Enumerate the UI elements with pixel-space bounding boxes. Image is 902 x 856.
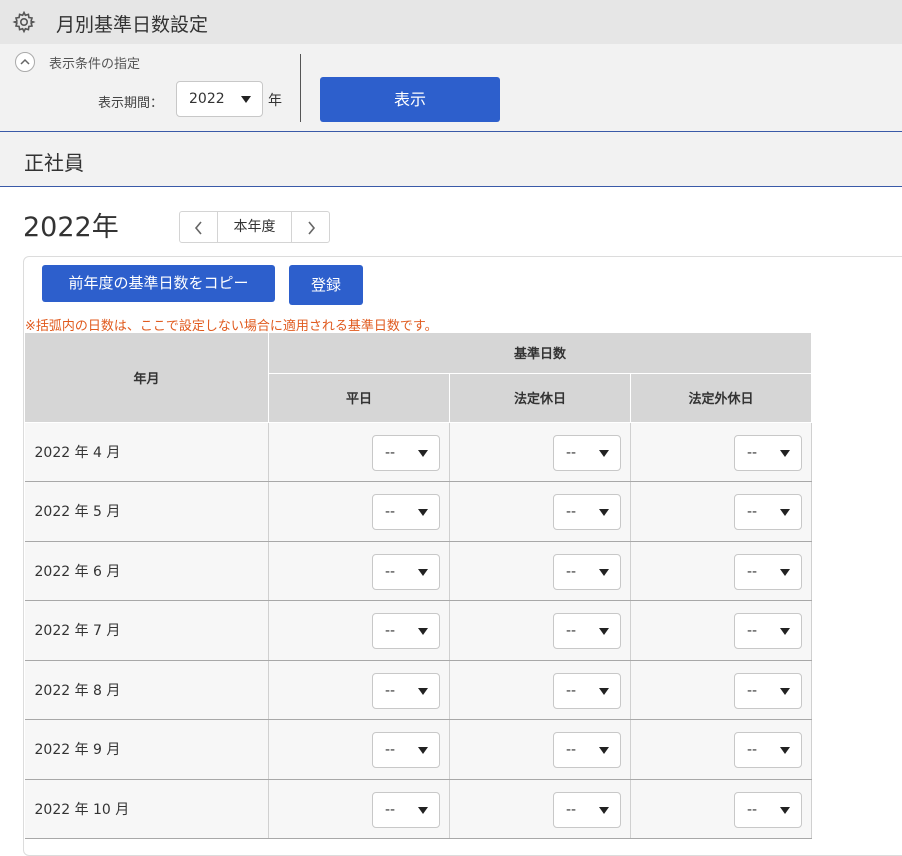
month-cell: 2022 年 7 月 — [24, 600, 269, 661]
weekday-days-select[interactable]: -- — [372, 553, 440, 590]
table-row: 2022 年 8 月 -- -- -- — [24, 660, 812, 720]
legal-holiday-days-select[interactable]: -- — [553, 732, 621, 768]
next-year-button[interactable] — [291, 212, 329, 242]
chevron-left-icon — [194, 221, 202, 235]
month-cell: 2022 年 9 月 — [24, 719, 269, 780]
month-cell: 2022 年 4 月 — [24, 422, 269, 482]
legal-holiday-days-select[interactable]: -- — [553, 613, 621, 649]
col-header-non-legal-holiday: 法定外休日 — [630, 373, 812, 423]
collapse-toggle-icon[interactable] — [15, 52, 35, 72]
divider — [300, 54, 301, 122]
caret-down-icon — [599, 449, 609, 457]
month-cell: 2022 年 8 月 — [24, 660, 269, 720]
caret-down-icon — [599, 687, 609, 695]
table-row: 2022 年 7 月 -- -- -- — [24, 600, 812, 661]
legal-holiday-days-select[interactable]: -- — [553, 672, 621, 709]
col-header-month: 年月 — [24, 333, 269, 423]
table-row: 2022 年 4 月 -- -- -- — [24, 422, 812, 482]
filter-panel: 表示条件の指定 表示期間： 2022 年 表示 — [0, 44, 902, 132]
non-legal-holiday-days-select[interactable]: -- — [734, 553, 802, 590]
caret-down-icon — [599, 509, 609, 516]
year-heading: 2022年 — [23, 212, 119, 243]
note-text: ※括弧内の日数は、ここで設定しない場合に適用される基準日数です。 — [25, 319, 438, 334]
gear-icon[interactable] — [12, 10, 36, 34]
caret-down-icon — [599, 568, 609, 576]
caret-down-icon — [418, 568, 428, 576]
current-year-button[interactable]: 本年度 — [218, 212, 291, 242]
year-navigator: 本年度 — [179, 211, 330, 243]
weekday-days-select[interactable]: -- — [372, 613, 440, 649]
caret-down-icon — [599, 747, 609, 754]
caret-down-icon — [780, 806, 790, 814]
col-header-weekday: 平日 — [268, 373, 450, 423]
caret-down-icon — [599, 806, 609, 814]
caret-down-icon — [780, 747, 790, 754]
caret-down-icon — [418, 509, 428, 516]
weekday-days-select[interactable]: -- — [372, 434, 440, 471]
section-header: 正社員 — [0, 132, 902, 187]
show-button[interactable]: 表示 — [320, 77, 500, 122]
col-header-legal-holiday: 法定休日 — [449, 373, 631, 423]
caret-down-icon — [599, 628, 609, 635]
caret-down-icon — [780, 568, 790, 576]
legal-holiday-days-select[interactable]: -- — [553, 553, 621, 590]
caret-down-icon — [241, 96, 251, 103]
table-row: 2022 年 6 月 -- -- -- — [24, 541, 812, 601]
section-title: 正社員 — [24, 151, 84, 175]
month-cell: 2022 年 6 月 — [24, 541, 269, 601]
non-legal-holiday-days-select[interactable]: -- — [734, 791, 802, 828]
non-legal-holiday-days-select[interactable]: -- — [734, 732, 802, 768]
caret-down-icon — [418, 449, 428, 457]
non-legal-holiday-days-select[interactable]: -- — [734, 434, 802, 471]
month-cell: 2022 年 10 月 — [24, 779, 269, 839]
caret-down-icon — [418, 628, 428, 635]
caret-down-icon — [418, 687, 428, 695]
caret-down-icon — [780, 509, 790, 516]
title-bar: 月別基準日数設定 — [0, 0, 902, 44]
caret-down-icon — [780, 449, 790, 457]
year-unit-label: 年 — [268, 93, 282, 109]
prev-year-button[interactable] — [180, 212, 218, 242]
table-row: 2022 年 9 月 -- -- -- — [24, 719, 812, 780]
caret-down-icon — [418, 747, 428, 754]
table-row: 2022 年 10 月 -- -- -- — [24, 779, 812, 839]
base-days-table: 年月 基準日数 平日 法定休日 法定外休日 2022 年 4 月 -- -- -… — [24, 333, 812, 839]
col-header-base-days: 基準日数 — [268, 333, 812, 374]
year-select-value: 2022 — [189, 91, 225, 107]
non-legal-holiday-days-select[interactable]: -- — [734, 494, 802, 530]
weekday-days-select[interactable]: -- — [372, 791, 440, 828]
month-cell: 2022 年 5 月 — [24, 481, 269, 542]
non-legal-holiday-days-select[interactable]: -- — [734, 672, 802, 709]
legal-holiday-days-select[interactable]: -- — [553, 494, 621, 530]
legal-holiday-days-select[interactable]: -- — [553, 434, 621, 471]
weekday-days-select[interactable]: -- — [372, 494, 440, 530]
period-label: 表示期間： — [98, 96, 164, 111]
weekday-days-select[interactable]: -- — [372, 732, 440, 768]
caret-down-icon — [418, 806, 428, 814]
year-select[interactable]: 2022 — [176, 81, 263, 117]
copy-previous-year-button[interactable]: 前年度の基準日数をコピー — [42, 265, 275, 302]
condition-label[interactable]: 表示条件の指定 — [49, 53, 140, 72]
page-title: 月別基準日数設定 — [56, 14, 209, 36]
non-legal-holiday-days-select[interactable]: -- — [734, 613, 802, 649]
caret-down-icon — [780, 687, 790, 695]
chevron-right-icon — [308, 221, 316, 235]
legal-holiday-days-select[interactable]: -- — [553, 791, 621, 828]
table-row: 2022 年 5 月 -- -- -- — [24, 481, 812, 542]
register-button[interactable]: 登録 — [289, 265, 363, 305]
caret-down-icon — [780, 628, 790, 635]
weekday-days-select[interactable]: -- — [372, 672, 440, 709]
